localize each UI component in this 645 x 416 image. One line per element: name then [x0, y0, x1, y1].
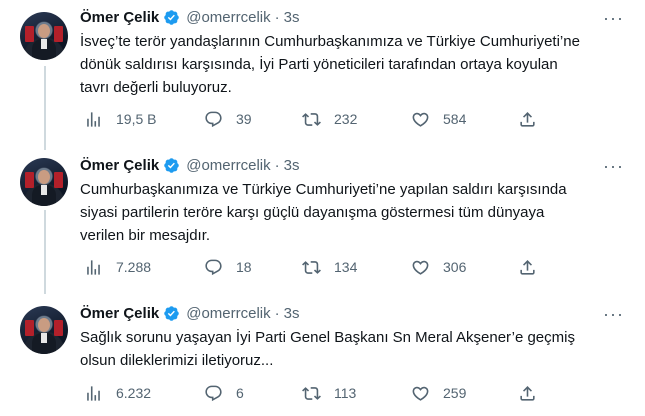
bar-chart-icon	[87, 385, 100, 401]
speech-bubble-icon	[205, 385, 222, 401]
avatar[interactable]	[20, 158, 68, 206]
tweet[interactable]: Ömer Çelik @omerrcelik · 3s ··· Cumhurba…	[0, 148, 645, 296]
reply-count: 6	[236, 385, 244, 401]
reply-count: 18	[236, 259, 252, 275]
retweet-arrows-icon	[302, 260, 321, 274]
views-button[interactable]: 6.232	[84, 382, 151, 404]
user-handle[interactable]: @omerrcelik	[186, 305, 270, 322]
tweet[interactable]: Ömer Çelik @omerrcelik · 3s ··· İsveç’te…	[0, 0, 645, 148]
tweet-actions: 19,5 B 39 232 584	[80, 108, 625, 130]
tweet-actions: 7.288 18 134 306	[80, 256, 625, 278]
tweet-thread: Ömer Çelik @omerrcelik · 3s ··· İsveç’te…	[0, 0, 645, 416]
like-count: 259	[443, 385, 467, 401]
verified-badge-icon	[164, 9, 179, 25]
retweet-count: 134	[334, 259, 358, 275]
tweet-text-line: verilen bir mesajdır.	[80, 227, 211, 244]
tweet-text-line: tavrı değerli buluyoruz.	[80, 79, 232, 96]
ellipsis-icon[interactable]: ···	[603, 157, 623, 180]
timestamp[interactable]: 3s	[284, 9, 300, 26]
separator: ·	[274, 156, 280, 174]
share-upload-icon	[520, 385, 535, 401]
tweet-text: Sağlık sorunu yaşayan İyi Parti Genel Ba…	[80, 326, 625, 372]
heart-icon	[412, 112, 429, 127]
tweet-header: Ömer Çelik @omerrcelik · 3s	[80, 303, 299, 323]
tweet-text-line: siyasi partilerin teröre karşı güçlü day…	[80, 204, 545, 221]
tweet-text-line: dönük saldırısı karşısında, İyi Parti yö…	[80, 56, 558, 73]
share-button[interactable]	[518, 108, 537, 130]
tweet-header: Ömer Çelik @omerrcelik · 3s	[80, 155, 299, 175]
separator: ·	[274, 304, 280, 322]
views-button[interactable]: 19,5 B	[84, 108, 156, 130]
views-button[interactable]: 7.288	[84, 256, 151, 278]
share-button[interactable]	[518, 256, 537, 278]
share-upload-icon	[520, 111, 535, 127]
bar-chart-icon	[87, 259, 100, 275]
views-count: 6.232	[116, 385, 152, 401]
bar-chart-icon	[87, 111, 100, 127]
retweet-button[interactable]: 113	[302, 382, 356, 404]
retweet-button[interactable]: 232	[302, 108, 357, 130]
tweet-text-line: olsun dileklerimizi iletiyoruz...	[80, 352, 274, 369]
ellipsis-icon[interactable]: ···	[603, 305, 623, 328]
verified-badge-icon	[164, 157, 179, 173]
like-button[interactable]: 259	[411, 382, 466, 404]
share-button[interactable]	[518, 382, 537, 404]
timestamp[interactable]: 3s	[284, 157, 300, 174]
tweet-text: İsveç’te terör yandaşlarının Cumhurbaşka…	[80, 30, 625, 99]
ellipsis-icon[interactable]: ···	[603, 9, 623, 32]
retweet-button[interactable]: 134	[302, 256, 357, 278]
verified-badge-icon	[164, 305, 179, 321]
heart-icon	[412, 386, 429, 401]
tweet-actions: 6.232 6 113 259	[80, 382, 625, 404]
display-name[interactable]: Ömer Çelik	[80, 305, 159, 322]
retweet-count: 113	[334, 385, 357, 401]
like-count: 584	[443, 111, 467, 127]
like-count: 306	[443, 259, 467, 275]
retweet-arrows-icon	[302, 386, 321, 400]
speech-bubble-icon	[205, 259, 222, 275]
share-upload-icon	[520, 259, 535, 275]
reply-button[interactable]: 18	[204, 256, 252, 278]
reply-count: 39	[236, 111, 252, 127]
retweet-arrows-icon	[302, 112, 321, 126]
tweet-text-line: İsveç’te terör yandaşlarının Cumhurbaşka…	[80, 33, 580, 50]
views-count: 19,5 B	[116, 111, 157, 127]
tweet-text-line: Cumhurbaşkanımıza ve Türkiye Cumhuriyeti…	[80, 181, 567, 198]
display-name[interactable]: Ömer Çelik	[80, 9, 159, 26]
like-button[interactable]: 306	[411, 256, 466, 278]
retweet-count: 232	[334, 111, 358, 127]
reply-button[interactable]: 6	[204, 382, 244, 404]
speech-bubble-icon	[205, 111, 222, 127]
like-button[interactable]: 584	[411, 108, 466, 130]
separator: ·	[274, 8, 280, 26]
avatar[interactable]	[20, 306, 68, 354]
views-count: 7.288	[116, 259, 152, 275]
heart-icon	[412, 260, 429, 275]
user-handle[interactable]: @omerrcelik	[186, 9, 270, 26]
avatar[interactable]	[20, 12, 68, 60]
user-handle[interactable]: @omerrcelik	[186, 157, 270, 174]
reply-button[interactable]: 39	[204, 108, 252, 130]
tweet-header: Ömer Çelik @omerrcelik · 3s	[80, 7, 299, 27]
tweet[interactable]: Ömer Çelik @omerrcelik · 3s ··· Sağlık s…	[0, 296, 645, 416]
display-name[interactable]: Ömer Çelik	[80, 157, 159, 174]
tweet-text: Cumhurbaşkanımıza ve Türkiye Cumhuriyeti…	[80, 178, 625, 247]
timestamp[interactable]: 3s	[284, 305, 300, 322]
tweet-text-line: Sağlık sorunu yaşayan İyi Parti Genel Ba…	[80, 329, 575, 346]
